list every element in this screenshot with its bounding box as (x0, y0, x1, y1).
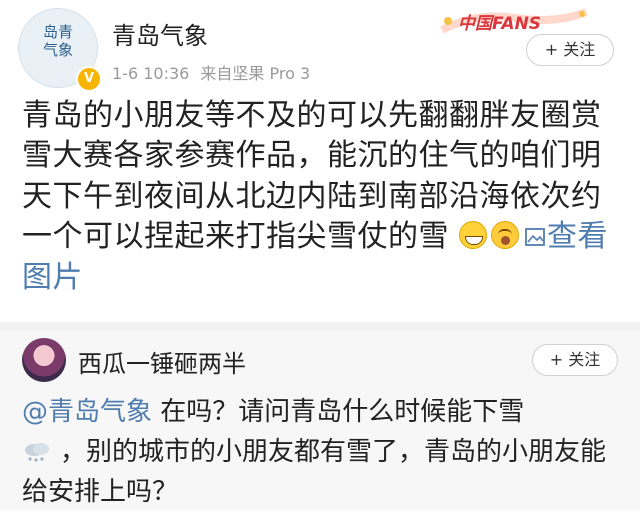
comment-post: 西瓜一锤砸两半 + 关注 @青岛气象 在吗？请问青岛什么时候能下雪 ，别的城市的小… (0, 330, 640, 510)
snow-cloud-icon (25, 443, 49, 462)
comment-text-1: 在吗？请问青岛什么时候能下雪 (152, 397, 525, 427)
post-meta: 1-6 10:36 来自坚果 Pro 3 (112, 60, 310, 84)
post-time: 1-6 10:36 (112, 64, 190, 83)
commenter-name[interactable]: 西瓜一锤砸两半 (78, 344, 246, 379)
yawn-emoji-icon (491, 221, 520, 250)
comment-body: @青岛气象 在吗？请问青岛什么时候能下雪 ，别的城市的小朋友都有雪了，青岛的小朋友… (22, 392, 622, 512)
image-icon (525, 228, 545, 247)
post-author-name[interactable]: 青岛气象 (112, 16, 208, 51)
grin-emoji-icon (459, 221, 488, 250)
section-divider (0, 322, 640, 330)
fans-badge-text: 中国FANS (458, 14, 542, 34)
post-source: 来自坚果 Pro 3 (200, 64, 311, 83)
verified-icon: V (76, 66, 102, 92)
post-body: 青岛的小朋友等不及的可以先翻翻胖友圈赏雪大赛各家参赛作品，能沉的住气的咱们明天下… (22, 96, 622, 298)
commenter-avatar[interactable] (22, 338, 66, 382)
comment-text-2: ，别的城市的小朋友都有雪了，青岛的小朋友能给安排上吗？ (22, 437, 607, 507)
fans-badge: 中国FANS (436, 4, 596, 38)
avatar-logo-text: 岛青 气象 (42, 23, 74, 59)
follow-button[interactable]: + 关注 (526, 34, 614, 66)
mention-link[interactable]: @青岛气象 (22, 397, 152, 427)
weibo-post: 岛青 气象 V 青岛气象 1-6 10:36 来自坚果 Pro 3 中国FANS… (0, 0, 640, 322)
commenter-follow-button[interactable]: + 关注 (532, 344, 618, 376)
